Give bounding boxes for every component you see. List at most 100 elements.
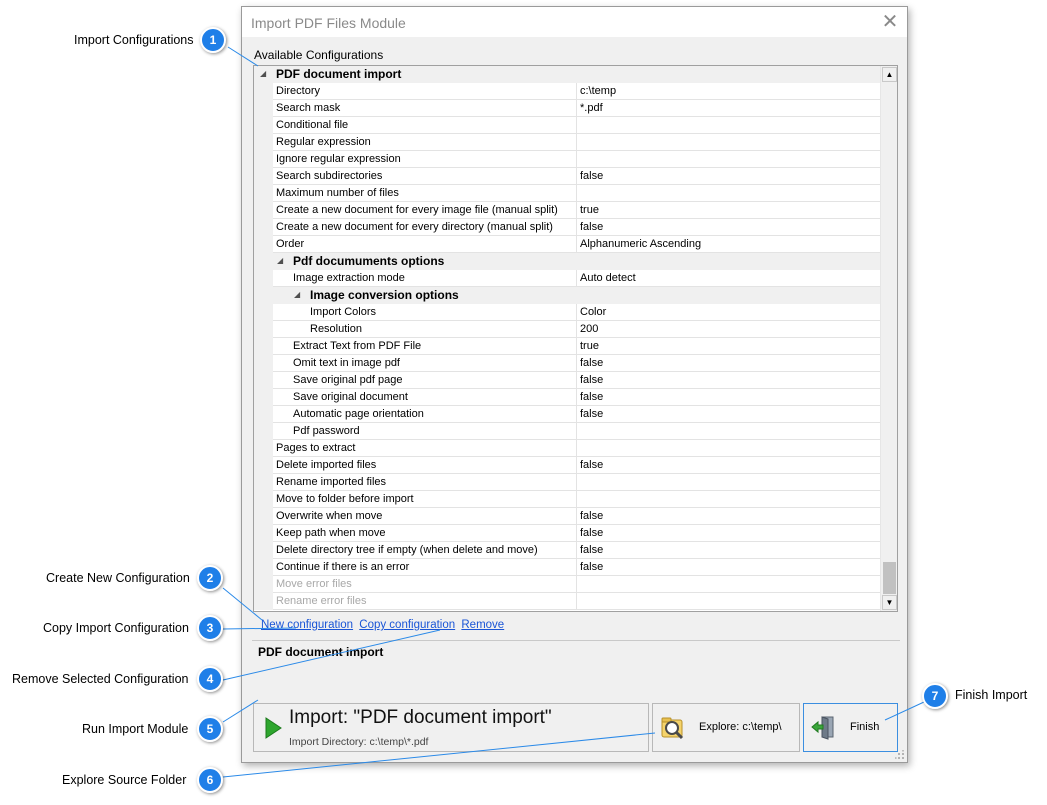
property-name: Move to folder before import xyxy=(276,491,577,508)
row-margin xyxy=(254,474,273,491)
property-value[interactable]: false xyxy=(580,525,880,542)
grid-property-row[interactable]: Extract Text from PDF File true xyxy=(254,338,881,355)
grid-property-row[interactable]: Overwrite when move false xyxy=(254,508,881,525)
grid-property-row[interactable]: Create a new document for every image fi… xyxy=(254,202,881,219)
grid-property-row[interactable]: Pdf password xyxy=(254,423,881,440)
property-value[interactable]: Alphanumeric Ascending xyxy=(580,236,880,253)
property-value[interactable] xyxy=(580,474,880,491)
property-value[interactable] xyxy=(580,440,880,457)
grid-property-row[interactable]: Delete imported files false xyxy=(254,457,881,474)
grid-property-row[interactable]: Image extraction mode Auto detect xyxy=(254,270,881,287)
grid-category-row[interactable]: ◢ Image conversion options xyxy=(254,287,881,304)
row-margin xyxy=(254,253,273,270)
collapse-toggle-icon[interactable]: ◢ xyxy=(260,66,266,82)
callout-label-3: Copy Import Configuration xyxy=(43,621,189,635)
property-name: Directory xyxy=(276,83,577,100)
property-value[interactable] xyxy=(580,185,880,202)
property-value[interactable] xyxy=(580,423,880,440)
vertical-scrollbar[interactable]: ▲ ▼ xyxy=(880,66,897,611)
grid-property-row[interactable]: Automatic page orientation false xyxy=(254,406,881,423)
property-name: Move error files xyxy=(276,576,577,593)
grid-property-row[interactable]: Move to folder before import xyxy=(254,491,881,508)
property-value[interactable] xyxy=(580,151,880,168)
callout-label-1: Import Configurations xyxy=(74,33,194,47)
divider xyxy=(252,640,900,641)
property-value[interactable]: false xyxy=(580,457,880,474)
grid-property-row[interactable]: Rename imported files xyxy=(254,474,881,491)
property-name: Delete imported files xyxy=(276,457,577,474)
property-name: Pdf documuments options xyxy=(293,254,445,268)
grid-property-row[interactable]: Pages to extract xyxy=(254,440,881,457)
property-value[interactable]: true xyxy=(580,338,880,355)
grid-category-row[interactable]: ◢ Pdf documuments options xyxy=(254,253,881,270)
grid-property-row[interactable]: Move error files xyxy=(254,576,881,593)
scroll-thumb[interactable] xyxy=(883,562,896,594)
property-name: Continue if there is an error xyxy=(276,559,577,576)
property-value[interactable]: false xyxy=(580,355,880,372)
grid-property-row[interactable]: Search mask *.pdf xyxy=(254,100,881,117)
property-value[interactable]: c:\temp xyxy=(580,83,880,100)
property-value[interactable] xyxy=(580,593,880,610)
grid-property-row[interactable]: Continue if there is an error false xyxy=(254,559,881,576)
property-value[interactable]: false xyxy=(580,372,880,389)
row-margin xyxy=(254,508,273,525)
property-value[interactable]: true xyxy=(580,202,880,219)
grid-property-row[interactable]: Search subdirectories false xyxy=(254,168,881,185)
property-value[interactable]: false xyxy=(580,508,880,525)
copy-configuration-link[interactable]: Copy configuration xyxy=(359,619,455,631)
property-name: Omit text in image pdf xyxy=(276,355,577,372)
property-value[interactable]: *.pdf xyxy=(580,100,880,117)
row-margin xyxy=(254,185,273,202)
grid-property-row[interactable]: Maximum number of files xyxy=(254,185,881,202)
property-value[interactable]: false xyxy=(580,168,880,185)
row-margin xyxy=(254,83,273,100)
property-value[interactable] xyxy=(580,117,880,134)
property-value[interactable] xyxy=(580,491,880,508)
grid-property-row[interactable]: Delete directory tree if empty (when del… xyxy=(254,542,881,559)
grid-property-row[interactable]: Save original document false xyxy=(254,389,881,406)
property-value[interactable] xyxy=(580,576,880,593)
grid-property-row[interactable]: Rename error files xyxy=(254,593,881,610)
close-icon[interactable]: ✕ xyxy=(879,11,901,33)
finish-button[interactable]: Finish xyxy=(803,703,898,752)
property-name: Automatic page orientation xyxy=(276,406,577,423)
grid-property-row[interactable]: Import Colors Color xyxy=(254,304,881,321)
grid-property-row[interactable]: Order Alphanumeric Ascending xyxy=(254,236,881,253)
scroll-down-icon[interactable]: ▼ xyxy=(882,595,897,610)
property-value[interactable]: Auto detect xyxy=(580,270,880,287)
new-configuration-link[interactable]: New configuration xyxy=(261,619,353,631)
resize-grip-icon[interactable] xyxy=(895,750,905,760)
callout-label-7: Finish Import xyxy=(955,688,1028,702)
row-margin xyxy=(254,389,273,406)
import-button[interactable]: Import: "PDF document import" Import Dir… xyxy=(253,703,649,752)
explore-button[interactable]: Explore: c:\temp\ xyxy=(652,703,800,752)
description-title: PDF document import xyxy=(258,645,384,659)
configuration-property-grid[interactable]: ◢ PDF document import Directory c:\temp Sear… xyxy=(253,65,898,612)
grid-property-row[interactable]: Conditional file xyxy=(254,117,881,134)
grid-property-row[interactable]: Create a new document for every director… xyxy=(254,219,881,236)
grid-property-row[interactable]: Regular expression xyxy=(254,134,881,151)
grid-property-row[interactable]: Keep path when move false xyxy=(254,525,881,542)
grid-category-row[interactable]: ◢ PDF document import xyxy=(254,66,881,83)
property-name: Image extraction mode xyxy=(276,270,577,287)
property-name: Pages to extract xyxy=(276,440,577,457)
property-value[interactable]: false xyxy=(580,542,880,559)
grid-property-row[interactable]: Directory c:\temp xyxy=(254,83,881,100)
callout-badge-6: 6 xyxy=(197,767,223,793)
property-value[interactable]: Color xyxy=(580,304,880,321)
property-value[interactable]: 200 xyxy=(580,321,880,338)
property-name: Maximum number of files xyxy=(276,185,577,202)
grid-property-row[interactable]: Save original pdf page false xyxy=(254,372,881,389)
grid-property-row[interactable]: Resolution 200 xyxy=(254,321,881,338)
remove-configuration-link[interactable]: Remove xyxy=(461,619,504,631)
property-name: Create a new document for every image fi… xyxy=(276,202,577,219)
property-value[interactable]: false xyxy=(580,389,880,406)
grid-property-row[interactable]: Omit text in image pdf false xyxy=(254,355,881,372)
property-value[interactable]: false xyxy=(580,406,880,423)
property-value[interactable]: false xyxy=(580,219,880,236)
scroll-up-icon[interactable]: ▲ xyxy=(882,67,897,82)
grid-property-row[interactable]: Ignore regular expression xyxy=(254,151,881,168)
row-margin xyxy=(254,440,273,457)
property-value[interactable]: false xyxy=(580,559,880,576)
property-value[interactable] xyxy=(580,134,880,151)
